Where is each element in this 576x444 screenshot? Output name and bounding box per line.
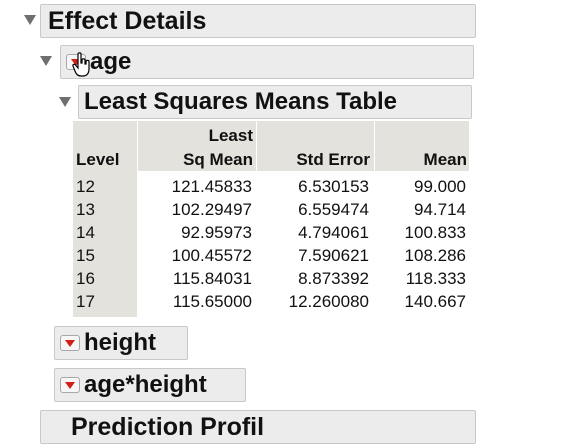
row-mean: 118.333 bbox=[405, 269, 466, 288]
row-stderr: 7.590621 bbox=[298, 246, 369, 265]
age-title: age bbox=[90, 48, 132, 75]
age-disclosure-icon[interactable] bbox=[40, 56, 52, 66]
row-stderr: 6.559474 bbox=[298, 200, 369, 219]
age-header[interactable]: age bbox=[60, 45, 474, 79]
col-header-lsmean-line2: Sq Mean bbox=[183, 150, 253, 169]
column-separator bbox=[137, 121, 138, 171]
row-mean: 99.000 bbox=[414, 177, 466, 196]
age-height-title: age*height bbox=[84, 371, 207, 398]
least-squares-means-table: Level Least Sq Mean Std Error Mean 12 12… bbox=[73, 121, 469, 317]
row-stderr: 12.260080 bbox=[288, 292, 369, 311]
col-header-lsmean-line1: Least bbox=[208, 126, 253, 145]
red-triangle-menu-icon[interactable] bbox=[60, 377, 80, 393]
row-lsmean: 100.45572 bbox=[171, 246, 252, 265]
row-mean: 108.286 bbox=[404, 246, 466, 265]
prediction-profiler-header[interactable]: Prediction Profil bbox=[40, 410, 476, 444]
col-header-level: Level bbox=[76, 150, 120, 169]
row-stderr: 4.794061 bbox=[298, 223, 369, 242]
column-separator bbox=[256, 121, 257, 171]
hand-cursor-icon bbox=[72, 52, 90, 77]
row-stderr: 8.873392 bbox=[298, 269, 369, 288]
row-mean: 94.714 bbox=[414, 200, 466, 219]
effect-details-title: Effect Details bbox=[48, 6, 207, 35]
row-lsmean: 102.29497 bbox=[171, 200, 252, 219]
height-header[interactable]: height bbox=[54, 326, 188, 360]
table-header-background bbox=[73, 121, 469, 171]
row-level: 13 bbox=[76, 200, 95, 219]
prediction-profiler-title: Prediction Profil bbox=[71, 413, 265, 441]
lsm-table-header[interactable]: Least Squares Means Table bbox=[78, 85, 472, 119]
height-title: height bbox=[84, 329, 156, 356]
row-lsmean: 115.84031 bbox=[172, 269, 252, 288]
row-level: 14 bbox=[76, 223, 95, 242]
row-level: 16 bbox=[76, 269, 95, 288]
row-mean: 100.833 bbox=[404, 223, 466, 242]
row-lsmean: 121.45833 bbox=[171, 177, 252, 196]
row-lsmean: 115.65000 bbox=[172, 292, 252, 311]
row-level: 17 bbox=[76, 292, 95, 311]
col-header-stderr: Std Error bbox=[296, 150, 370, 169]
lsm-table-disclosure-icon[interactable] bbox=[59, 97, 71, 107]
column-separator bbox=[374, 121, 375, 171]
col-header-mean: Mean bbox=[423, 150, 467, 169]
effect-details-disclosure-icon[interactable] bbox=[24, 15, 36, 25]
lsm-table-title: Least Squares Means Table bbox=[84, 88, 398, 115]
row-level: 15 bbox=[76, 246, 95, 265]
effect-details-header[interactable]: Effect Details bbox=[40, 4, 476, 38]
row-lsmean: 92.95973 bbox=[181, 223, 252, 242]
row-level: 12 bbox=[76, 177, 95, 196]
row-stderr: 6.530153 bbox=[298, 177, 369, 196]
red-triangle-menu-icon[interactable] bbox=[60, 335, 80, 351]
row-mean: 140.667 bbox=[404, 292, 466, 311]
age-height-header[interactable]: age*height bbox=[54, 368, 246, 402]
